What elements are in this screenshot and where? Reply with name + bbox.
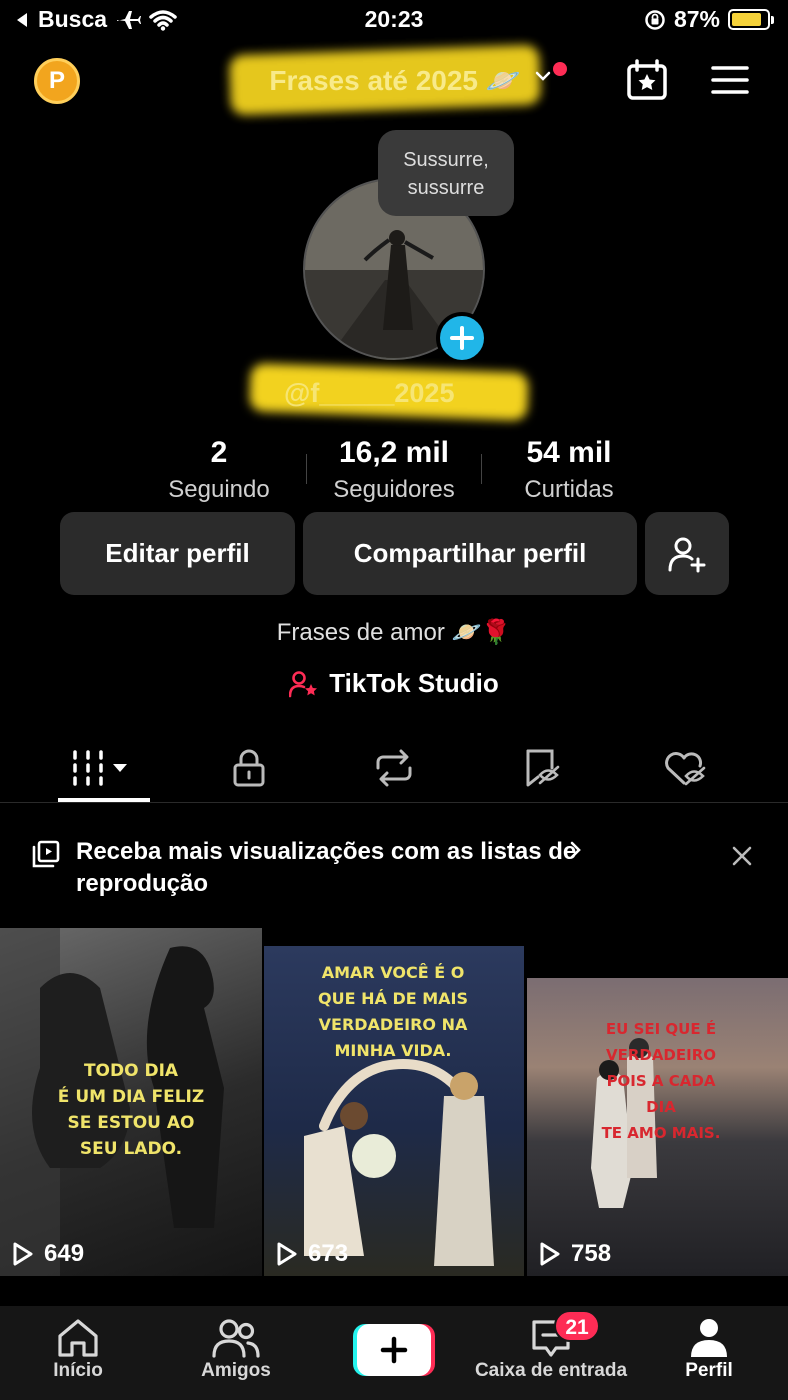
grid-columns-icon [73,750,127,786]
note-bubble[interactable]: Sussurre, sussurre [378,130,514,216]
view-count: 649 [12,1240,84,1268]
coin-button[interactable]: P [34,58,80,104]
coin-letter: P [48,67,65,94]
account-title: Frases até 2025 🪐 [269,64,521,96]
stat-following[interactable]: 2 Seguindo [129,436,309,504]
calendar-star-icon[interactable] [625,58,669,102]
orientation-lock-icon [645,9,665,30]
view-count-value: 673 [308,1240,349,1267]
stat-likes[interactable]: 54 mil Curtidas [479,436,659,504]
stat-label: Seguidores [333,476,455,503]
bookmark-hidden-icon [526,749,560,787]
play-icon [277,1242,297,1266]
creator-star-icon [289,670,318,697]
video-caption: EU SEI QUE É VERDADEIRO POIS A CADA DIA … [601,1020,721,1142]
view-count: 758 [539,1240,611,1268]
notification-dot [553,62,567,76]
stat-label: Seguindo [168,476,270,503]
video-thumbnail[interactable]: TODO DIA É UM DIA FELIZ SE ESTOU AO SEU … [0,928,262,1276]
status-right: 87% [644,6,774,33]
video-caption: TODO DIA É UM DIA FELIZ SE ESTOU AO SEU … [57,1061,205,1159]
banner-label: Receba mais visualizações com as listas … [76,838,577,897]
add-story-button[interactable] [436,312,488,364]
account-switcher[interactable]: Frases até 2025 🪐 [229,44,560,116]
studio-label: TikTok Studio [329,668,499,698]
tiktok-studio-link[interactable]: TikTok Studio [0,668,788,699]
tab-videos[interactable] [48,740,158,796]
view-count: 673 [276,1240,348,1268]
status-bar: Busca 20:23 87% [0,0,788,40]
add-friend-button[interactable] [645,512,729,595]
video-caption: AMAR VOCÊ É O QUE HÁ DE MAIS VERDADEIRO … [318,963,468,1060]
tab-liked[interactable] [630,740,740,796]
chevron-down-icon[interactable] [534,70,552,82]
playlist-icon [32,840,60,868]
menu-icon[interactable] [711,64,749,96]
nav-home[interactable]: Início [38,1316,118,1382]
chevron-right-icon [570,841,581,859]
nav-profile[interactable]: Perfil [668,1316,750,1382]
friends-icon [212,1319,260,1358]
create-button[interactable] [353,1324,435,1376]
view-count-value: 758 [571,1240,612,1267]
banner-text: Receba mais visualizações com as listas … [76,836,586,900]
username-handle: @f_____2025 [249,363,534,421]
repost-icon [376,749,412,787]
nav-label: Início [53,1360,103,1381]
lock-icon [233,749,265,787]
divider [0,802,788,803]
home-icon [58,1319,98,1357]
profile-icon [691,1319,727,1357]
stat-value: 54 mil [526,436,612,469]
add-person-icon [668,537,706,572]
view-count-value: 649 [44,1240,85,1267]
heart-hidden-icon [665,752,706,786]
video-thumbnail[interactable]: AMAR VOCÊ É O QUE HÁ DE MAIS VERDADEIRO … [264,946,524,1276]
share-profile-button[interactable]: Compartilhar perfil [303,512,637,595]
nav-label: Caixa de entrada [474,1360,628,1381]
battery-percent: 87% [673,6,720,32]
video-thumbnail[interactable]: EU SEI QUE É VERDADEIRO POIS A CADA DIA … [527,978,788,1276]
play-icon [540,1242,560,1266]
tab-favorites[interactable] [487,740,597,796]
close-icon[interactable] [730,844,754,868]
stat-value: 16,2 mil [338,436,450,469]
tab-reposts[interactable] [339,740,449,796]
play-icon [13,1242,33,1266]
inbox-badge: 21 [554,1310,600,1342]
battery-icon [728,9,774,30]
edit-profile-button[interactable]: Editar perfil [60,512,295,595]
handle-text: @f_____2025 [284,378,455,408]
stat-followers[interactable]: 16,2 mil Seguidores [304,436,484,504]
plus-icon [450,326,474,350]
nav-label: Perfil [685,1360,733,1381]
nav-inbox[interactable]: Caixa de entrada [470,1316,632,1382]
tab-private[interactable] [194,740,304,796]
stat-value: 2 [210,436,228,469]
nav-friends[interactable]: Amigos [186,1316,286,1382]
plus-icon [380,1336,408,1364]
nav-label: Amigos [201,1360,271,1381]
bio-text: Frases de amor 🪐🌹 [276,619,512,646]
stat-label: Curtidas [524,476,614,503]
